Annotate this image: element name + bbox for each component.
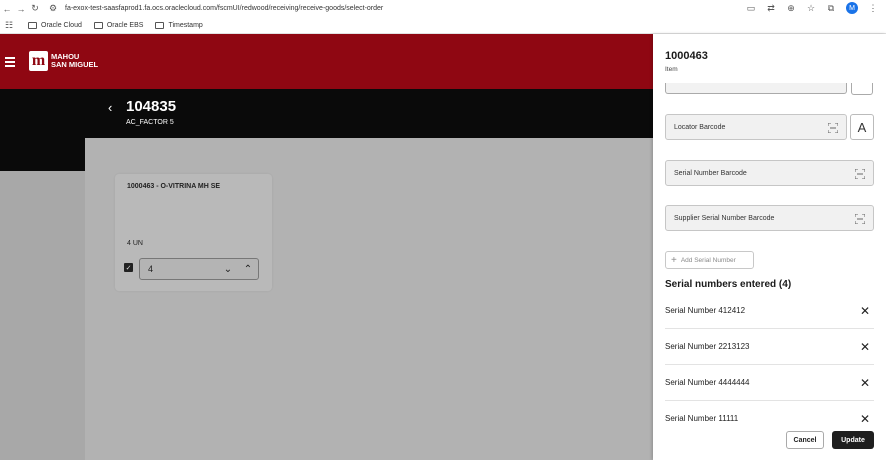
folder-icon	[93, 21, 103, 29]
zoom-icon[interactable]: ⊕	[786, 3, 796, 14]
item-card[interactable]: 1000463 - O-VITRINA MH SE 4 UN ✓ 4 ⌄ ⌃	[115, 174, 272, 291]
translate-icon[interactable]: ⇄	[766, 3, 776, 14]
serial-number-label: Serial Number 4444444	[665, 378, 750, 387]
list-item: Serial Number 412412 ✕	[665, 293, 874, 329]
locator-barcode-field[interactable]: Locator Barcode	[665, 114, 847, 140]
star-icon[interactable]: ☆	[806, 3, 816, 14]
quantity-stepper[interactable]: 4 ⌄ ⌃	[139, 258, 259, 280]
serial-number-label: Serial Number 2213123	[665, 342, 750, 351]
chevron-down-icon[interactable]: ⌄	[218, 264, 238, 275]
update-button[interactable]: Update	[832, 431, 874, 449]
plus-icon: +	[671, 254, 677, 266]
item-card-title: 1000463 - O-VITRINA MH SE	[127, 183, 221, 190]
site-info-icon[interactable]: ⚙	[46, 3, 60, 14]
brand-line2: SAN MIGUEL	[51, 60, 99, 69]
back-arrow-icon[interactable]: ←	[0, 4, 14, 14]
list-item: Serial Number 2213123 ✕	[665, 329, 874, 365]
text-format-button[interactable]: A	[850, 114, 874, 140]
bookmark-oracle-cloud[interactable]: Oracle Cloud	[28, 21, 82, 29]
cancel-button[interactable]: Cancel	[786, 431, 824, 449]
order-subtitle: AC_FACTOR 5	[126, 119, 174, 126]
serial-number-label: Serial Number 11111	[665, 414, 739, 423]
drawer-footer: Cancel Update	[653, 424, 886, 460]
profile-avatar[interactable]: M	[846, 2, 858, 14]
item-drawer: 1000463 Item Locator Barcode A Serial Nu…	[653, 34, 886, 460]
scrolled-field-button[interactable]	[851, 83, 873, 95]
serial-number-barcode-field[interactable]: Serial Number Barcode	[665, 160, 874, 186]
barcode-scan-icon[interactable]	[855, 169, 865, 179]
bookmark-label: Oracle Cloud	[41, 21, 82, 29]
stepper-value[interactable]: 4	[140, 264, 218, 274]
url-field[interactable]: fa-exox-test-saasfaprod1.fa.ocs.oraclecl…	[65, 5, 383, 12]
menu-dots-icon[interactable]: ⋮	[868, 3, 878, 14]
list-item: Serial Number 4444444 ✕	[665, 365, 874, 401]
scrolled-field[interactable]	[665, 83, 847, 94]
apps-grid-icon[interactable]: ☷	[2, 20, 16, 31]
add-serial-number-button[interactable]: + Add Serial Number	[665, 251, 754, 269]
reload-icon[interactable]: ↻	[28, 3, 42, 14]
bookmark-label: Oracle EBS	[106, 21, 144, 29]
close-icon[interactable]: ✕	[860, 376, 870, 390]
item-checkbox[interactable]: ✓	[124, 263, 133, 272]
close-icon[interactable]: ✕	[860, 304, 870, 318]
screen-icon[interactable]: ▭	[746, 3, 756, 14]
serial-number-label: Serial Number 412412	[665, 306, 746, 315]
folder-icon	[28, 21, 37, 29]
hamburger-menu-icon[interactable]	[5, 57, 15, 69]
folder-icon	[155, 21, 165, 29]
bookmark-timestamp[interactable]: Timestamp	[155, 21, 203, 29]
drawer-title: 1000463	[665, 50, 708, 62]
bookmark-label: Timestamp	[168, 21, 203, 29]
supplier-serial-barcode-field[interactable]: Supplier Serial Number Barcode	[665, 205, 874, 231]
back-chevron-icon[interactable]: ‹	[108, 100, 112, 115]
browser-address-bar: ← → ↻ ⚙ fa-exox-test-saasfaprod1.fa.ocs.…	[0, 0, 886, 17]
supplier-serial-barcode-label: Supplier Serial Number Barcode	[674, 214, 775, 222]
barcode-scan-icon[interactable]	[828, 123, 838, 133]
serial-number-barcode-label: Serial Number Barcode	[674, 169, 747, 177]
extensions-icon[interactable]: ⧉	[826, 3, 836, 14]
item-quantity-label: 4 UN	[127, 240, 143, 247]
barcode-scan-icon[interactable]	[855, 214, 865, 224]
app-header: m MAHOU SAN MIGUEL	[0, 34, 653, 89]
serial-numbers-heading: Serial numbers entered (4)	[665, 279, 792, 290]
chevron-up-icon[interactable]: ⌃	[238, 264, 258, 275]
add-serial-label: Add Serial Number	[680, 256, 736, 264]
brand-mark-icon: m	[29, 51, 48, 71]
bookmarks-bar: ☷ Oracle Cloud Oracle EBS Timestamp	[0, 17, 886, 34]
order-number: 104835	[126, 98, 177, 115]
locator-barcode-label: Locator Barcode	[674, 123, 726, 131]
brand-logo: m MAHOU SAN MIGUEL	[29, 51, 98, 71]
bookmark-oracle-ebs[interactable]: Oracle EBS	[93, 21, 144, 29]
forward-arrow-icon[interactable]: →	[14, 4, 28, 14]
close-icon[interactable]: ✕	[860, 340, 870, 354]
drawer-subtitle: Item	[665, 66, 678, 73]
